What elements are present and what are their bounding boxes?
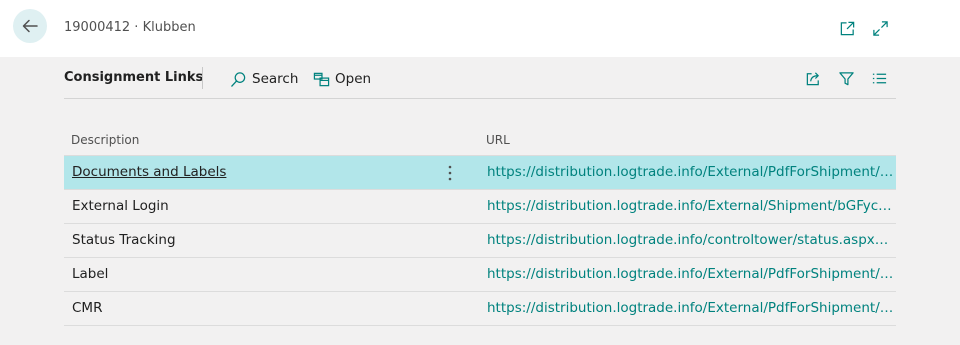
description-cell[interactable]: CMR [72, 300, 102, 316]
open-icon [313, 72, 330, 86]
description-cell[interactable]: Documents and Labels [72, 164, 226, 180]
column-header-description[interactable]: Description [71, 133, 139, 147]
table-row[interactable]: Status Tracking https://distribution.log… [64, 224, 896, 258]
expand-icon [872, 20, 888, 36]
table-row[interactable]: External Login https://distribution.logt… [64, 190, 896, 224]
open-button[interactable]: Open [313, 69, 371, 89]
page-caption: Consignment Links [64, 70, 204, 85]
back-arrow-icon [22, 19, 38, 33]
url-cell[interactable]: https://distribution.logtrade.info/Exter… [487, 198, 894, 214]
open-button-label: Open [335, 71, 372, 87]
filter-button[interactable] [837, 69, 855, 87]
list-view-icon [872, 73, 886, 83]
description-cell[interactable]: External Login [72, 198, 169, 214]
page-header: 19000412 · Klubben [0, 0, 960, 57]
description-cell[interactable]: Status Tracking [72, 232, 176, 248]
column-header-url[interactable]: URL [486, 133, 510, 147]
share-icon [806, 71, 819, 85]
url-cell[interactable]: https://distribution.logtrade.info/Exter… [487, 164, 894, 180]
list-view-button[interactable] [870, 69, 888, 87]
description-cell[interactable]: Label [72, 266, 108, 282]
table-row[interactable]: CMR https://distribution.logtrade.info/E… [64, 292, 896, 326]
page: 19000412 · Klubben Consignment Links Sea… [0, 0, 960, 345]
share-button[interactable] [804, 69, 822, 87]
record-title: 19000412 · Klubben [64, 20, 196, 35]
action-bar: Consignment Links Search Open [64, 60, 896, 99]
open-in-new-window-button[interactable] [838, 19, 856, 37]
url-cell[interactable]: https://distribution.logtrade.info/contr… [487, 232, 894, 248]
open-in-new-window-icon [840, 21, 854, 35]
expand-button[interactable] [871, 19, 889, 37]
search-button-label: Search [252, 71, 299, 87]
url-cell[interactable]: https://distribution.logtrade.info/Exter… [487, 266, 894, 282]
filter-icon [838, 71, 854, 85]
back-button[interactable] [13, 9, 47, 43]
action-bar-divider [202, 67, 203, 89]
table-row[interactable]: Label https://distribution.logtrade.info… [64, 258, 896, 292]
consignment-links-table: Description URL Documents and Labels htt… [64, 124, 896, 326]
url-cell[interactable]: https://distribution.logtrade.info/Exter… [487, 300, 894, 316]
more-options-icon [448, 165, 452, 181]
search-icon [231, 71, 246, 87]
row-actions-menu[interactable] [442, 163, 458, 183]
table-header: Description URL [64, 124, 896, 155]
search-button[interactable]: Search [230, 69, 298, 89]
table-row[interactable]: Documents and Labels https://distributio… [64, 155, 896, 190]
